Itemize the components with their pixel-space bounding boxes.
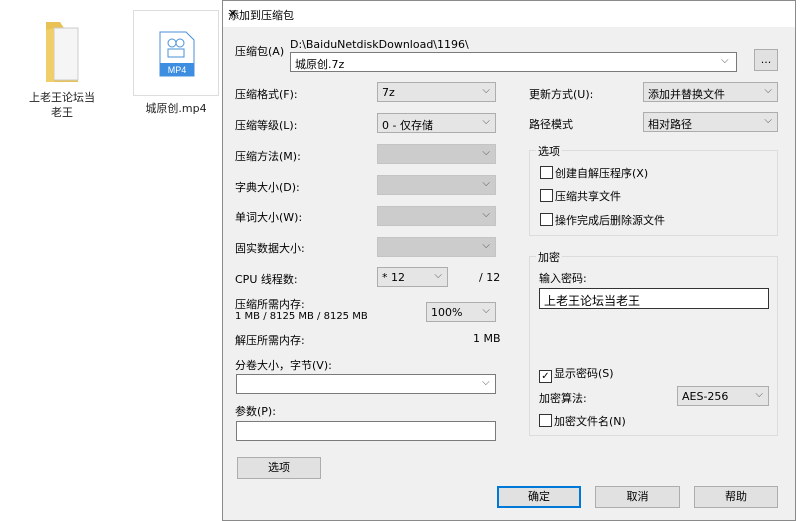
chevron-down-icon[interactable]: ⌵ — [721, 55, 729, 66]
algo-label: 加密算法: — [539, 392, 587, 405]
checkbox-box — [540, 189, 553, 202]
word-select[interactable]: ⌵ — [377, 206, 496, 226]
method-label: 压缩方法(M): — [235, 150, 301, 163]
encrypt-names-label: 加密文件名(N) — [554, 415, 626, 428]
params-input[interactable] — [236, 421, 496, 441]
options-group-title: 选项 — [536, 143, 562, 159]
folder-icon — [46, 22, 79, 82]
shared-checkbox[interactable]: 压缩共享文件 — [540, 188, 621, 204]
dict-label: 字典大小(D): — [235, 181, 300, 194]
params-label: 参数(P): — [235, 405, 276, 418]
mem-label: 压缩所需内存: — [235, 298, 305, 311]
mem-percent-value: 100% — [431, 306, 463, 319]
help-button[interactable]: 帮助 — [694, 486, 778, 508]
password-label: 输入密码: — [539, 272, 587, 285]
method-select[interactable]: ⌵ — [377, 144, 496, 164]
chevron-down-icon: ⌵ — [482, 305, 490, 316]
checkbox-box — [540, 166, 553, 179]
chevron-down-icon: ⌵ — [764, 115, 772, 126]
password-input[interactable]: 上老王论坛当老王 — [539, 288, 769, 309]
solid-select[interactable]: ⌵ — [377, 237, 496, 257]
chevron-down-icon: ⌵ — [482, 85, 490, 96]
encrypt-names-checkbox[interactable]: 加密文件名(N) — [539, 413, 626, 429]
algo-select[interactable]: AES-256 ⌵ — [677, 386, 769, 406]
split-size-input[interactable] — [236, 374, 496, 394]
add-to-archive-dialog: 添加到压缩包 ✕ 压缩包(A) D:\BaiduNetdiskDownload\… — [222, 0, 796, 521]
cpu-label: CPU 线程数: — [235, 273, 298, 286]
svg-text:MP4: MP4 — [168, 65, 187, 75]
chevron-down-icon: ⌵ — [482, 147, 490, 158]
archive-label: 压缩包(A) — [235, 45, 285, 58]
desktop-folder[interactable]: 上老王论坛当老王 — [22, 12, 102, 120]
chevron-down-icon: ⌵ — [482, 240, 490, 251]
split-label: 分卷大小，字节(V): — [235, 359, 332, 372]
file-label: 城原创.mp4 — [145, 102, 207, 115]
format-value: 7z — [382, 86, 395, 99]
chevron-down-icon: ⌵ — [482, 209, 490, 220]
dict-select[interactable]: ⌵ — [377, 175, 496, 195]
update-select[interactable]: 添加并替换文件 ⌵ — [643, 82, 778, 102]
encryption-group: 加密 输入密码: 上老王论坛当老王 ✓ 显示密码(S) 加密算法: AES-256… — [529, 249, 778, 436]
archive-path: D:\BaiduNetdiskDownload\1196\ — [290, 38, 469, 51]
chevron-down-icon: ⌵ — [482, 178, 490, 189]
cancel-button[interactable]: 取消 — [595, 486, 680, 508]
chevron-down-icon: ⌵ — [764, 85, 772, 96]
delete-label: 操作完成后删除源文件 — [555, 214, 665, 227]
options-group: 选项 创建自解压程序(X) 压缩共享文件 操作完成后删除源文件 — [529, 143, 778, 236]
checkbox-box — [540, 213, 553, 226]
solid-label: 固实数据大小: — [235, 242, 305, 255]
decomp-value: 1 MB — [473, 332, 501, 345]
checkbox-box — [539, 414, 552, 427]
archive-name-input[interactable]: 城原创.7z — [290, 52, 737, 72]
close-icon[interactable]: ✕ — [228, 7, 783, 20]
show-password-checkbox[interactable]: ✓ 显示密码(S) — [539, 365, 614, 383]
format-select[interactable]: 7z ⌵ — [377, 82, 496, 102]
sfx-checkbox[interactable]: 创建自解压程序(X) — [540, 165, 648, 181]
browse-button[interactable]: ... — [754, 49, 778, 71]
level-label: 压缩等级(L): — [235, 119, 298, 132]
chevron-down-icon: ⌵ — [482, 116, 490, 127]
path-mode-select[interactable]: 相对路径 ⌵ — [643, 112, 778, 132]
show-password-label: 显示密码(S) — [554, 367, 614, 380]
decomp-label: 解压所需内存: — [235, 334, 305, 347]
update-label: 更新方式(U): — [529, 88, 594, 101]
desktop-mp4-file[interactable]: MP4 城原创.mp4 — [133, 10, 219, 116]
folder-label: 上老王论坛当老王 — [29, 91, 95, 119]
cpu-max: / 12 — [479, 271, 501, 284]
cpu-select[interactable]: * 12 ⌵ — [377, 267, 448, 287]
encryption-group-title: 加密 — [536, 249, 562, 265]
sfx-label: 创建自解压程序(X) — [555, 167, 649, 180]
options-button[interactable]: 选项 — [237, 457, 321, 479]
delete-checkbox[interactable]: 操作完成后删除源文件 — [540, 212, 665, 228]
mem-value: 1 MB / 8125 MB / 8125 MB — [235, 311, 368, 322]
path-mode-label: 路径模式 — [529, 118, 573, 131]
algo-value: AES-256 — [682, 390, 729, 403]
chevron-down-icon: ⌵ — [755, 389, 763, 400]
update-value: 添加并替换文件 — [648, 88, 725, 101]
level-select[interactable]: 0 - 仅存储 ⌵ — [377, 113, 496, 133]
chevron-down-icon: ⌵ — [434, 270, 442, 281]
shared-label: 压缩共享文件 — [555, 190, 621, 203]
format-label: 压缩格式(F): — [235, 88, 298, 101]
word-label: 单词大小(W): — [235, 211, 303, 224]
level-value: 0 - 仅存储 — [382, 119, 433, 132]
ok-button[interactable]: 确定 — [497, 486, 581, 508]
title-bar: 添加到压缩包 ✕ — [223, 1, 795, 27]
mp4-file-icon: MP4 — [159, 31, 195, 77]
path-mode-value: 相对路径 — [648, 118, 692, 131]
checkmark-icon: ✓ — [539, 370, 552, 383]
mem-percent-select[interactable]: 100% ⌵ — [426, 302, 496, 322]
chevron-down-icon[interactable]: ⌵ — [482, 377, 490, 388]
cpu-value: * 12 — [382, 271, 405, 284]
